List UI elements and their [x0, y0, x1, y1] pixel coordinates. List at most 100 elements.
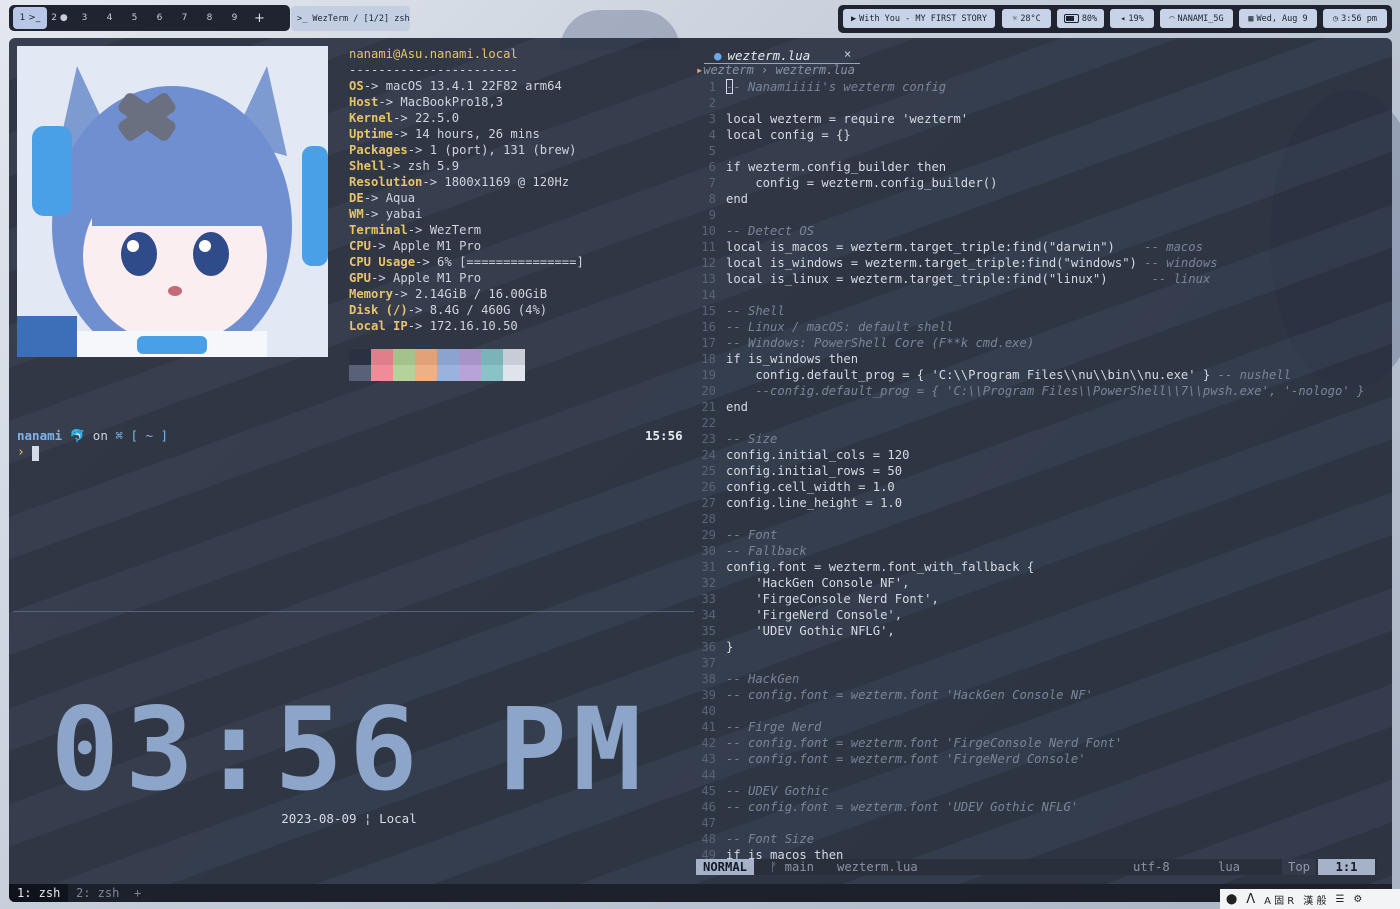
code-line[interactable]: } [726, 639, 733, 655]
workspace-4[interactable]: 4 [97, 7, 122, 29]
code-line[interactable]: -- UDEV Gothic [726, 783, 829, 799]
neofetch-row: Resolution-> 1800x1169 @ 120Hz [349, 174, 569, 190]
neovim-editor[interactable]: ● wezterm.lua × ▸wezterm › wezterm.lua 1… [696, 38, 1392, 884]
line-number: 40 [701, 704, 716, 718]
code-line[interactable]: 'FirgeNerd Console', [726, 607, 902, 623]
code-line[interactable]: -- Firge Nerd [726, 719, 821, 735]
neofetch-value: -> 1 (port), 131 (brew) [407, 143, 577, 157]
file-encoding: utf-8 [1133, 860, 1170, 874]
add-workspace-button[interactable]: + [247, 7, 272, 29]
code-line[interactable]: 'UDEV Gothic NFLG', [726, 623, 894, 639]
line-number: 35 [701, 624, 716, 638]
code-line[interactable]: -- Font [726, 527, 777, 543]
neofetch-value: -> 8.4G / 460G (4%) [407, 303, 548, 317]
code-line[interactable]: -- Detect OS [726, 223, 814, 239]
terminal-tab-1[interactable]: 1: zsh [9, 884, 69, 902]
neofetch-row: Shell-> zsh 5.9 [349, 158, 459, 174]
volume-widget[interactable]: ◂ 19% [1110, 9, 1154, 28]
code-comment: -- Windows: PowerShell Core (F**k cmd.ex… [726, 336, 1035, 350]
neofetch-key: Packages [349, 143, 408, 157]
color-swatch [437, 349, 459, 365]
code-line[interactable]: -- config.font = wezterm.font 'UDEV Goth… [726, 799, 1078, 815]
code-line[interactable]: if is_windows then [726, 351, 858, 367]
code-line[interactable]: local is_windows = wezterm.target_triple… [726, 255, 1218, 271]
code-line[interactable]: local wezterm = require 'wezterm' [726, 111, 968, 127]
code-trailing-comment: -- nushell [1210, 368, 1291, 382]
code-line[interactable]: -- Linux / macOS: default shell [726, 319, 953, 335]
clock-widget[interactable]: ◷ 3:56 pm [1323, 9, 1387, 28]
breadcrumb[interactable]: ▸wezterm › wezterm.lua [696, 63, 855, 77]
code-line[interactable]: local is_linux = wezterm.target_triple:f… [726, 271, 1210, 287]
code-line[interactable]: config.default_prog = { 'C:\\Program Fil… [726, 367, 1291, 383]
code-line[interactable]: config.line_height = 1.0 [726, 495, 902, 511]
tab-wezterm-lua[interactable]: ● wezterm.lua [714, 47, 810, 63]
code-line[interactable]: -- Nanamiiiii's wezterm config [726, 79, 946, 95]
line-number: 27 [701, 496, 716, 510]
new-tab-button[interactable]: + [134, 884, 141, 902]
code-line[interactable]: end [726, 399, 748, 415]
workspace-3[interactable]: 3 [72, 7, 97, 29]
settings-icon[interactable]: ⚙ [1353, 894, 1362, 905]
code-line[interactable]: config.initial_rows = 50 [726, 463, 902, 479]
ime-indicator-2[interactable]: 漢 般 [1303, 892, 1326, 907]
neofetch-value: -> yabai [363, 207, 423, 221]
code-line[interactable]: config = wezterm.config_builder() [726, 175, 997, 191]
ime-indicator[interactable]: A 固 R [1264, 892, 1294, 907]
code-line[interactable]: local config = {} [726, 127, 851, 143]
code-line[interactable]: --config.default_prog = { 'C:\\Program F… [726, 383, 1364, 399]
neofetch-avatar-image [17, 46, 328, 357]
circle-icon[interactable]: ⬤ [1226, 894, 1237, 905]
workspace-5[interactable]: 5 [122, 7, 147, 29]
pane-divider[interactable] [13, 611, 694, 612]
line-number: 43 [701, 752, 716, 766]
code-line[interactable]: 'FirgeConsole Nerd Font', [726, 591, 938, 607]
temperature-widget[interactable]: ☼ 28°C [1002, 9, 1051, 28]
code-line[interactable]: end [726, 191, 748, 207]
workspace-2[interactable]: 2 ● [47, 7, 72, 29]
code-line[interactable]: config.font = wezterm.font_with_fallback… [726, 559, 1034, 575]
battery-widget[interactable]: 80% [1057, 9, 1104, 28]
workspace-8[interactable]: 8 [197, 7, 222, 29]
tab-label: wezterm.lua [727, 47, 811, 63]
code-line[interactable]: -- HackGen [726, 671, 799, 687]
play-icon: ▶ [850, 13, 857, 24]
temperature-value: 28°C [1020, 13, 1041, 24]
code-line[interactable]: -- config.font = wezterm.font 'HackGen C… [726, 687, 1093, 703]
terminal-cursor[interactable] [32, 446, 39, 461]
menu-icon[interactable]: ☰ [1335, 894, 1344, 905]
code-line[interactable]: 'HackGen Console NF', [726, 575, 909, 591]
editor-cursor [726, 79, 733, 94]
close-icon[interactable]: × [844, 47, 851, 61]
line-number: 1 [708, 80, 716, 94]
color-swatch [415, 365, 437, 381]
color-swatch [437, 365, 459, 381]
code-line[interactable]: config.initial_cols = 120 [726, 447, 909, 463]
git-branch: ᚠ main [770, 860, 814, 874]
code-line[interactable]: config.cell_width = 1.0 [726, 479, 895, 495]
code-line[interactable]: -- Size [726, 431, 777, 447]
wifi-widget[interactable]: ◠ NANAMI_5G [1160, 9, 1233, 28]
music-widget[interactable]: ▶ With You - MY FIRST STORY [843, 9, 995, 28]
line-number: 13 [701, 272, 716, 286]
code-comment: -- Detect OS [726, 224, 815, 238]
code-line[interactable]: -- Fallback [726, 543, 807, 559]
code-line[interactable]: -- Windows: PowerShell Core (F**k cmd.ex… [726, 335, 1034, 351]
code-line[interactable]: -- Font Size [726, 831, 814, 847]
code-line[interactable]: -- config.font = wezterm.font 'FirgeCons… [726, 735, 1122, 751]
code-line[interactable]: if wezterm.config_builder then [726, 159, 946, 175]
workspace-7[interactable]: 7 [172, 7, 197, 29]
code-line[interactable]: -- Shell [726, 303, 785, 319]
lambda-icon[interactable]: Λ [1246, 892, 1255, 907]
neofetch-value: -> Apple M1 Pro [371, 271, 482, 285]
workspace-1[interactable]: 1 >_ [13, 7, 47, 29]
code-line[interactable]: local is_macos = wezterm.target_triple:f… [726, 239, 1203, 255]
code-line[interactable]: -- config.font = wezterm.font 'FirgeNerd… [726, 751, 1086, 767]
date-widget[interactable]: ▦ Wed, Aug 9 [1239, 9, 1317, 28]
code-comment: -- Firge Nerd [726, 720, 822, 734]
wezterm-window[interactable]: nanami@Asu.nanami.local ----------------… [9, 38, 1392, 902]
volume-value: 19% [1128, 13, 1144, 24]
workspace-9[interactable]: 9 [222, 7, 247, 29]
workspace-6[interactable]: 6 [147, 7, 172, 29]
terminal-tab-2[interactable]: 2: zsh [76, 884, 119, 902]
code-comment: -- config.font = wezterm.font 'HackGen C… [726, 688, 1093, 702]
